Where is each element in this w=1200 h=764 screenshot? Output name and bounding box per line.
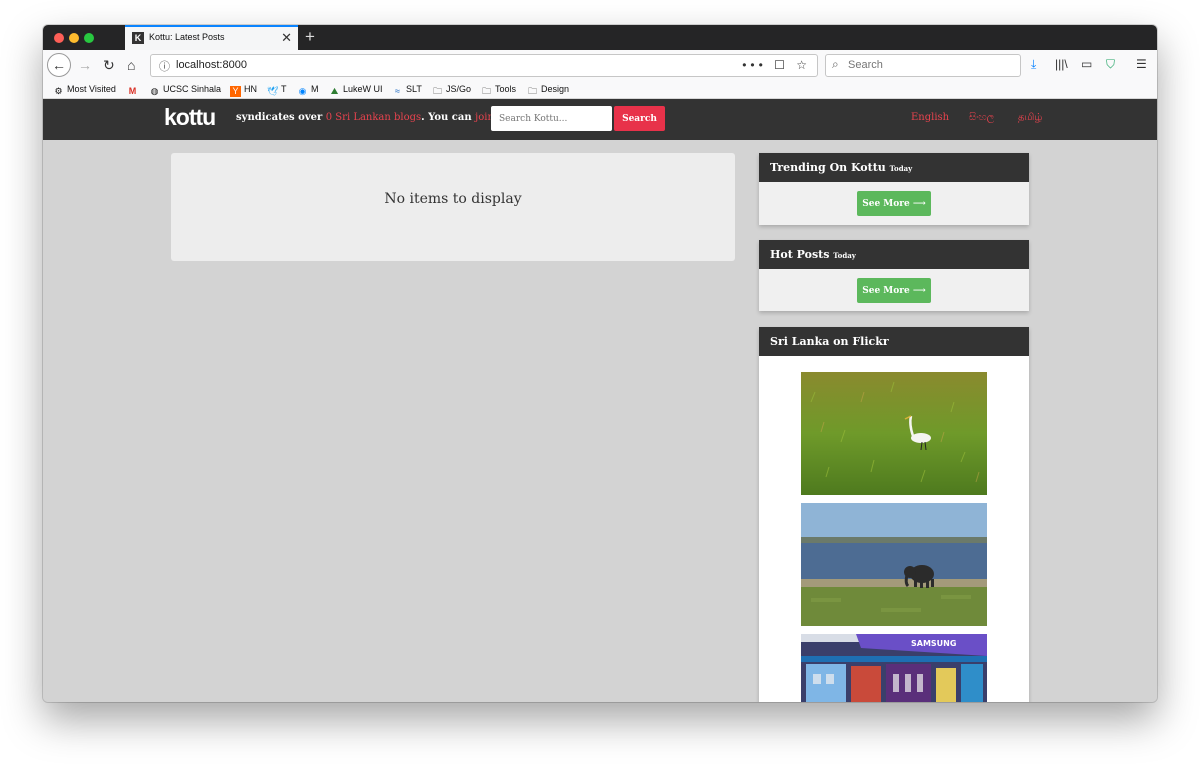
browser-search-bar[interactable]: ⌕ (825, 54, 1021, 77)
site-info-icon[interactable]: ⓘ (159, 58, 170, 74)
bookmark-most-visited[interactable]: ⚙ Most Visited (53, 82, 115, 97)
flickr-widget: Sri Lanka on Flickr SAMSUNG (759, 327, 1029, 702)
forward-arrow-icon[interactable]: → (78, 56, 92, 74)
bookmark-twitter[interactable]: 🕊 T (267, 82, 287, 97)
kottu-search-button[interactable]: Search (614, 106, 665, 131)
bookmark-design[interactable]: 🗀 Design (527, 82, 569, 97)
slt-icon: ≈ (395, 86, 400, 96)
kottu-search-input[interactable] (491, 106, 612, 131)
tagline: syndicates over 0 Sri Lankan blogs. You … (236, 112, 517, 123)
svg-text:SAMSUNG: SAMSUNG (911, 639, 956, 648)
page-content: kottu syndicates over 0 Sri Lankan blogs… (43, 99, 1157, 702)
shield-icon[interactable]: ⛉ (1106, 57, 1115, 71)
hot-posts-widget: Hot Posts Today See More ⟶ (759, 240, 1029, 311)
download-icon[interactable]: ⤓ (1031, 57, 1036, 71)
bookmarks-toolbar: ⚙ Most Visited M ◍ UCSC Sinhala Y HN 🕊 T ◉ M … (43, 80, 1157, 99)
kottu-logo[interactable]: kottu (164, 104, 216, 131)
blogs-link[interactable]: 0 Sri Lankan blogs (326, 112, 421, 123)
trending-title: Trending On Kottu Today (759, 153, 1029, 182)
tab-title: Kottu: Latest Posts (149, 32, 225, 42)
search-icon: ⌕ (832, 57, 839, 71)
minimize-window-button[interactable] (69, 33, 79, 43)
tab-active[interactable]: K Kottu: Latest Posts ✕ (125, 25, 298, 50)
url-bar[interactable]: ⓘ localhost:8000 ••• ☐ ☆ (150, 54, 818, 77)
posts-panel: No items to display (171, 153, 735, 261)
close-window-button[interactable] (54, 33, 64, 43)
lang-english-link[interactable]: English (911, 112, 949, 123)
home-icon[interactable]: ⌂ (127, 56, 135, 74)
trending-see-more-button[interactable]: See More ⟶ (857, 191, 931, 216)
lang-sinhala-link[interactable]: සිංහල (969, 112, 994, 123)
new-tab-icon[interactable]: + (305, 27, 315, 47)
navigation-bar: ← → ↻ ⌂ ⓘ localhost:8000 ••• ☐ ☆ ⌕ ⤓ |||… (43, 50, 1157, 80)
url-text[interactable]: localhost:8000 (176, 59, 247, 71)
page-actions-icon[interactable]: ••• ☐ ☆ (742, 58, 811, 72)
bookmark-hn[interactable]: Y HN (230, 82, 257, 97)
back-arrow-icon[interactable]: ← (47, 53, 71, 77)
close-tab-icon[interactable]: ✕ (281, 30, 292, 46)
hot-posts-title: Hot Posts Today (759, 240, 1029, 269)
maximize-window-button[interactable] (84, 33, 94, 43)
bookmark-lukew-ui[interactable]: ⛰ LukeW UI (329, 82, 383, 97)
hn-icon: Y (230, 86, 241, 97)
lukew-icon: ⛰ (330, 86, 339, 96)
bookmark-slt[interactable]: ≈ SLT (392, 82, 422, 97)
browser-window: K Kottu: Latest Posts ✕ + ← → ↻ ⌂ ⓘ loca… (43, 25, 1157, 702)
library-icon[interactable]: |||\ (1055, 57, 1068, 71)
folder-icon: 🗀 (481, 86, 491, 96)
flickr-photo-egret[interactable] (801, 372, 987, 495)
messenger-icon: ◉ (298, 86, 307, 96)
folder-icon: 🗀 (527, 86, 537, 96)
kottu-favicon-icon: K (132, 32, 144, 44)
folder-icon: 🗀 (432, 86, 442, 96)
menu-icon[interactable]: ☰ (1136, 57, 1147, 71)
flickr-photo-storefront[interactable]: SAMSUNG (801, 634, 987, 702)
reload-icon[interactable]: ↻ (103, 56, 115, 74)
lang-tamil-link[interactable]: தமிழ் (1018, 112, 1042, 124)
trending-widget: Trending On Kottu Today See More ⟶ (759, 153, 1029, 225)
sidebar-icon[interactable]: ▭ (1081, 57, 1092, 71)
gear-icon: ⚙ (54, 86, 63, 96)
bookmark-js-go[interactable]: 🗀 JS/Go (432, 82, 471, 97)
bookmark-messenger[interactable]: ◉ M (297, 82, 319, 97)
globe-icon: ◍ (150, 86, 159, 96)
flickr-title: Sri Lanka on Flickr (759, 327, 1029, 356)
bookmark-gmail[interactable]: M (127, 82, 141, 97)
gmail-icon: M (128, 86, 137, 96)
twitter-icon: 🕊 (267, 86, 279, 96)
empty-message: No items to display (384, 191, 522, 207)
browser-search-input[interactable] (848, 59, 1008, 71)
bookmark-ucsc-sinhala[interactable]: ◍ UCSC Sinhala (149, 82, 221, 97)
site-header: kottu syndicates over 0 Sri Lankan blogs… (43, 99, 1157, 140)
bookmark-tools[interactable]: 🗀 Tools (481, 82, 516, 97)
flickr-photo-elephant[interactable] (801, 503, 987, 626)
hot-posts-see-more-button[interactable]: See More ⟶ (857, 278, 931, 303)
tab-strip: K Kottu: Latest Posts ✕ + (43, 25, 1157, 50)
